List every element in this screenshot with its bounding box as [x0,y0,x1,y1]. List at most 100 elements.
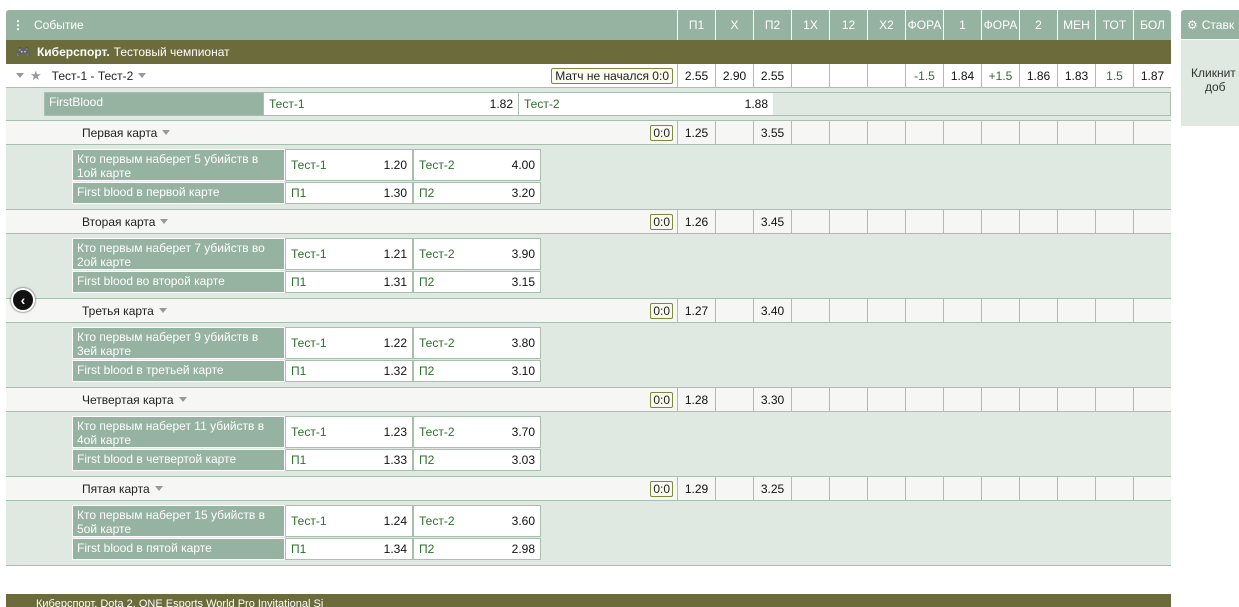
expand-icon[interactable] [16,73,24,78]
odd-cell[interactable]: +1.5 [981,64,1019,87]
odd-cell[interactable]: 3.55 [753,121,791,144]
odd-cell[interactable] [1133,121,1171,144]
selection-t2[interactable]: Тест-2 3.70 [413,416,541,448]
odd-cell[interactable] [791,299,829,322]
odd-cell[interactable] [791,210,829,233]
odd-cell[interactable]: 1.5 [1095,64,1133,87]
odd-cell[interactable] [867,64,905,87]
selection-p2[interactable]: П2 3.03 [413,449,541,471]
odd-cell[interactable] [905,121,943,144]
odd-cell[interactable] [1057,299,1095,322]
odd-cell[interactable] [905,477,943,500]
chevron-down-icon[interactable] [162,130,171,135]
odd-cell[interactable] [1133,299,1171,322]
selection-t1[interactable]: Тест-1 1.23 [285,416,413,448]
selection-p1[interactable]: П1 1.32 [285,360,413,382]
odd-cell[interactable] [791,121,829,144]
selection-p1[interactable]: П1 1.30 [285,182,413,204]
selection-t2[interactable]: Тест-2 3.60 [413,505,541,537]
map-title[interactable]: Четвертая карта [82,393,174,407]
odd-cell[interactable] [1133,477,1171,500]
odd-cell[interactable] [1019,477,1057,500]
odd-cell[interactable] [905,299,943,322]
odd-cell[interactable] [829,64,867,87]
odd-cell[interactable] [715,299,753,322]
odd-cell[interactable] [1095,477,1133,500]
odd-cell[interactable] [1133,210,1171,233]
selection-t2[interactable]: Тест-2 4.00 [413,149,541,181]
odd-cell[interactable]: 1.84 [943,64,981,87]
chevron-down-icon[interactable] [160,219,169,224]
odd-cell[interactable] [1019,210,1057,233]
odd-cell[interactable] [829,121,867,144]
odd-cell[interactable] [943,477,981,500]
odd-cell[interactable] [905,210,943,233]
odd-cell[interactable] [981,477,1019,500]
selection-p2[interactable]: П2 3.20 [413,182,541,204]
odd-cell[interactable]: 1.25 [677,121,715,144]
odd-cell[interactable]: 1.86 [1019,64,1057,87]
selection-p2[interactable]: П2 2.98 [413,538,541,560]
odd-cell[interactable]: 1.87 [1133,64,1171,87]
odd-cell[interactable] [981,299,1019,322]
odd-cell[interactable] [1133,388,1171,411]
chevron-left-icon[interactable]: ‹ [11,288,35,312]
odd-cell[interactable] [1057,388,1095,411]
odd-cell[interactable] [943,299,981,322]
map-row[interactable]: Третья карта 0:0 1.27 3.40 [6,299,1171,323]
map-title[interactable]: Вторая карта [82,215,155,229]
selection-p1[interactable]: П1 1.33 [285,449,413,471]
map-title[interactable]: Первая карта [82,126,157,140]
match-row[interactable]: ★ Тест-1 - Тест-2 Матч не начался 0:0 2.… [6,64,1171,88]
odd-cell[interactable] [1019,121,1057,144]
odd-cell[interactable] [867,210,905,233]
selection-p1[interactable]: П1 1.34 [285,538,413,560]
odd-cell[interactable] [715,388,753,411]
odd-cell[interactable] [981,121,1019,144]
odd-cell[interactable] [943,210,981,233]
odd-cell[interactable]: 1.26 [677,210,715,233]
odd-cell[interactable] [867,477,905,500]
odd-cell[interactable] [1057,210,1095,233]
match-title[interactable]: Тест-1 - Тест-2 [52,69,134,83]
odd-cell[interactable]: 3.30 [753,388,791,411]
next-sport-header[interactable]: Киберспорт. Dota 2. ONE Esports World Pr… [6,594,1171,607]
selection-p2[interactable]: П2 3.10 [413,360,541,382]
odd-cell[interactable] [1095,299,1133,322]
map-row[interactable]: Первая карта 0:0 1.25 3.55 [6,121,1171,145]
selection-t1[interactable]: Тест-1 1.20 [285,149,413,181]
odd-cell[interactable]: 3.25 [753,477,791,500]
chevron-down-icon[interactable] [158,308,167,313]
odd-cell[interactable] [943,388,981,411]
odd-cell[interactable]: 1.29 [677,477,715,500]
odd-cell[interactable] [829,388,867,411]
odd-cell[interactable] [829,299,867,322]
selection-p1[interactable]: П1 1.31 [285,271,413,293]
odd-cell[interactable] [829,477,867,500]
menu-dots-icon[interactable]: ⋮ [12,18,24,32]
odd-cell[interactable] [981,210,1019,233]
odd-cell[interactable] [867,388,905,411]
odd-cell[interactable] [829,210,867,233]
odd-cell[interactable] [1019,388,1057,411]
chevron-down-icon[interactable] [178,397,187,402]
odd-cell[interactable]: 3.45 [753,210,791,233]
odd-cell[interactable] [715,121,753,144]
bet-slip-header[interactable]: ⚙ Ставк [1181,10,1239,40]
selection-p2[interactable]: П2 3.15 [413,271,541,293]
odd-cell[interactable] [1057,477,1095,500]
chevron-down-icon[interactable] [154,486,163,491]
selection-t2[interactable]: Тест-2 3.80 [413,327,541,359]
selection-t1[interactable]: Тест-1 1.21 [285,238,413,270]
odd-cell[interactable] [943,121,981,144]
odd-cell[interactable] [791,477,829,500]
map-row[interactable]: Четвертая карта 0:0 1.28 3.30 [6,388,1171,412]
selection-t1[interactable]: Тест-1 1.22 [285,327,413,359]
selection-t1[interactable]: Тест-1 1.24 [285,505,413,537]
odd-cell[interactable]: 1.28 [677,388,715,411]
odd-cell[interactable] [867,299,905,322]
odd-cell[interactable] [867,121,905,144]
odd-cell[interactable] [905,388,943,411]
odd-cell[interactable]: 2.55 [753,64,791,87]
map-title[interactable]: Третья карта [82,304,154,318]
